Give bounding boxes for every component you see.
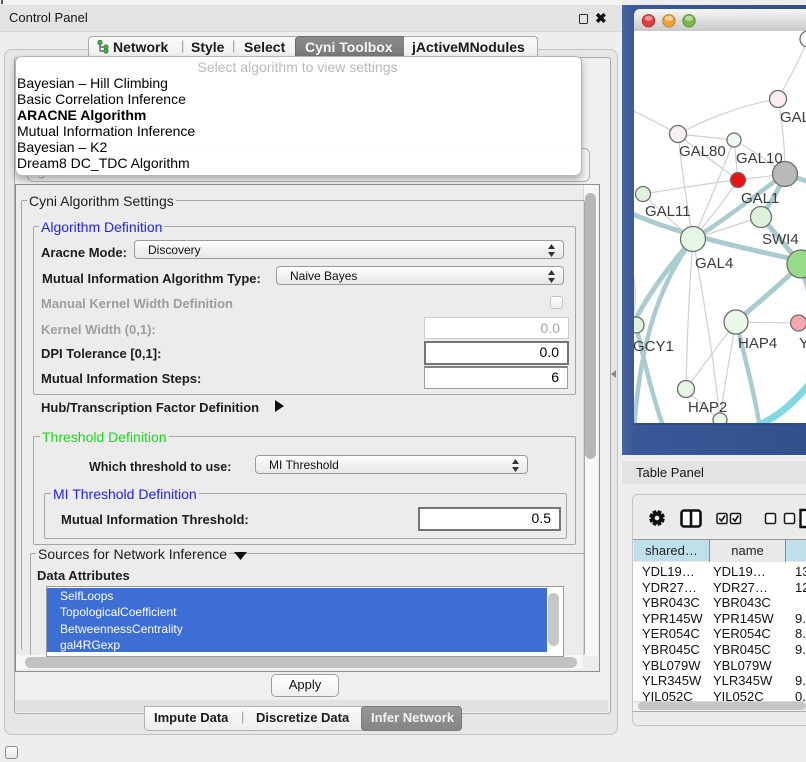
svg-text:HAP2: HAP2 bbox=[688, 399, 727, 416]
svg-text:GAL1: GAL1 bbox=[741, 190, 779, 207]
svg-text:SWI4: SWI4 bbox=[762, 231, 799, 248]
svg-text:GAL11: GAL11 bbox=[645, 203, 691, 220]
svg-text:HAP4: HAP4 bbox=[738, 335, 777, 352]
svg-text:GAL10: GAL10 bbox=[736, 150, 783, 167]
svg-text:GCY1: GCY1 bbox=[634, 338, 674, 355]
svg-text:GAL4: GAL4 bbox=[695, 255, 733, 272]
svg-text:Y: Y bbox=[799, 335, 806, 352]
svg-text:GAL: GAL bbox=[780, 109, 806, 126]
svg-text:GAL80: GAL80 bbox=[679, 143, 726, 160]
